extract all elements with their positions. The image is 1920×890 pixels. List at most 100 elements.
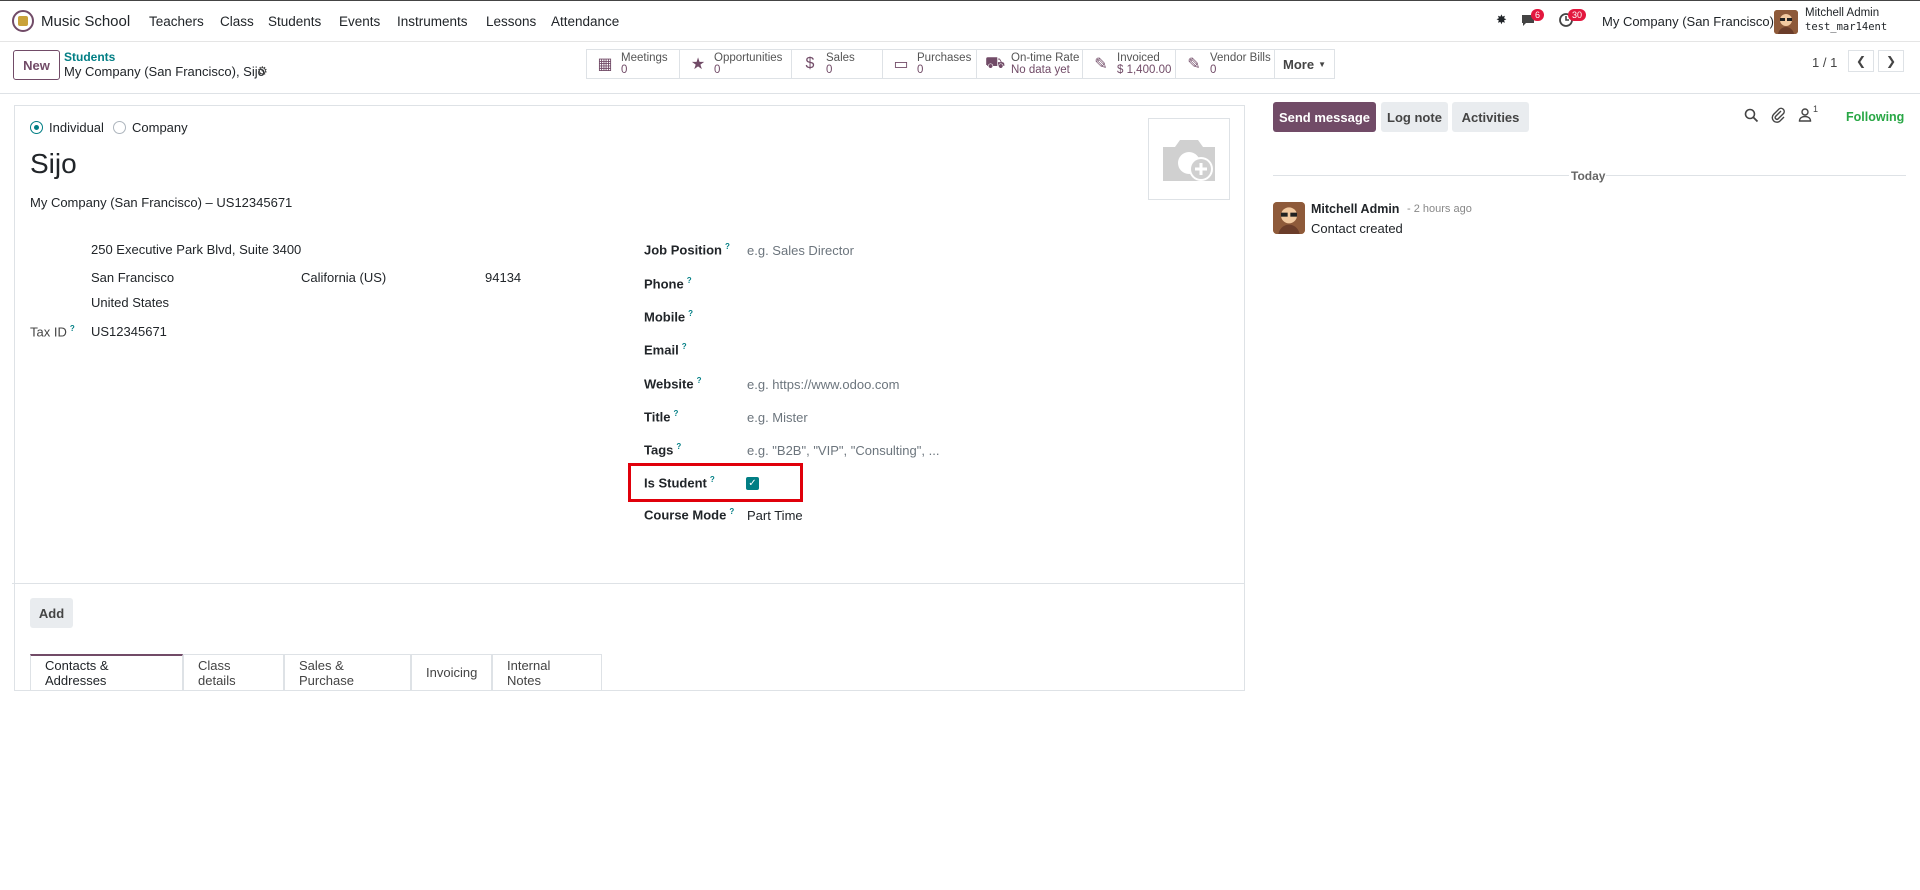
messages-badge: 6 xyxy=(1531,9,1545,21)
menu-class[interactable]: Class xyxy=(220,14,254,29)
message-author-avatar[interactable] xyxy=(1273,202,1305,234)
messages-icon[interactable]: 6 xyxy=(1520,9,1545,30)
gear-icon[interactable]: ⚙ xyxy=(257,64,268,78)
pencil-square-icon: ✎ xyxy=(1187,56,1201,73)
street-field[interactable]: 250 Executive Park Blvd, Suite 3400 xyxy=(91,242,301,257)
message-author[interactable]: Mitchell Admin xyxy=(1311,202,1399,216)
stat-on-time-rate[interactable]: ⛟ On-time Rate No data yet xyxy=(976,49,1082,79)
tab-contacts-addresses[interactable]: Contacts & Addresses xyxy=(30,654,183,690)
menu-lessons[interactable]: Lessons xyxy=(486,14,536,29)
menu-instruments[interactable]: Instruments xyxy=(397,14,468,29)
breadcrumb-students[interactable]: Students xyxy=(64,50,115,64)
pager-value[interactable]: 1 / 1 xyxy=(1812,55,1837,70)
stat-label: Purchases xyxy=(917,52,972,64)
radio-individual[interactable]: Individual xyxy=(30,120,104,135)
pager-next-icon[interactable]: ❯ xyxy=(1878,50,1904,72)
is-student-checkbox[interactable]: ✓ xyxy=(746,477,759,490)
stat-label: Opportunities xyxy=(714,52,783,64)
help-tooltip-icon[interactable]: ? xyxy=(697,376,702,385)
debug-bug-icon[interactable]: ✸ xyxy=(1496,12,1507,28)
avatar-upload[interactable] xyxy=(1148,118,1230,200)
stat-purchases[interactable]: ▭ Purchases 0 xyxy=(882,49,976,79)
breadcrumb-current: My Company (San Francisco), Sijo xyxy=(64,64,265,79)
message-body: Contact created xyxy=(1311,221,1403,236)
field-label-text: Mobile xyxy=(644,309,686,325)
city-field[interactable]: San Francisco xyxy=(91,270,174,285)
field-label-text: Title xyxy=(644,409,671,425)
stat-invoiced[interactable]: ✎ Invoiced $ 1,400.00 xyxy=(1082,49,1175,79)
menu-attendance[interactable]: Attendance xyxy=(551,14,619,29)
course-mode-select[interactable]: Part Time xyxy=(747,508,803,523)
course-mode-label: Course Mode? xyxy=(644,507,734,522)
user-name[interactable]: Mitchell Admin xyxy=(1805,7,1879,19)
menu-events[interactable]: Events xyxy=(339,14,380,29)
tabs-divider xyxy=(12,583,1244,584)
app-home-icon[interactable] xyxy=(12,10,34,32)
radio-dot-checked[interactable] xyxy=(30,121,43,134)
help-tooltip-icon[interactable]: ? xyxy=(682,342,687,351)
activities-button[interactable]: Activities xyxy=(1452,102,1529,132)
search-icon[interactable] xyxy=(1744,108,1759,126)
stat-opportunities[interactable]: ★ Opportunities 0 xyxy=(679,49,791,79)
stat-label: Invoiced xyxy=(1117,52,1160,64)
field-label-text: Job Position xyxy=(644,242,722,258)
stat-vendor-bills[interactable]: ✎ Vendor Bills 0 xyxy=(1175,49,1274,79)
company-switcher[interactable]: My Company (San Francisco) xyxy=(1602,14,1774,29)
tab-sales-purchase[interactable]: Sales & Purchase xyxy=(284,654,411,690)
add-contact-button[interactable]: Add xyxy=(30,598,73,628)
help-tooltip-icon[interactable]: ? xyxy=(676,442,681,451)
email-input[interactable] xyxy=(747,338,1047,358)
tax-id-field[interactable]: US12345671 xyxy=(91,324,167,339)
help-tooltip-icon[interactable]: ? xyxy=(725,242,730,251)
followers-count: 1 xyxy=(1813,104,1819,114)
caret-down-icon: ▼ xyxy=(1318,59,1326,69)
mobile-input[interactable] xyxy=(747,305,1047,325)
help-tooltip-icon[interactable]: ? xyxy=(688,309,693,318)
tab-invoicing[interactable]: Invoicing xyxy=(411,654,492,690)
zip-field[interactable]: 94134 xyxy=(485,270,521,285)
log-note-button[interactable]: Log note xyxy=(1381,102,1448,132)
contact-name-field[interactable]: Sijo xyxy=(30,148,77,180)
stat-sales[interactable]: $ Sales 0 xyxy=(791,49,882,79)
field-label-text: Email xyxy=(644,342,679,358)
more-button[interactable]: More ▼ xyxy=(1274,49,1335,79)
help-tooltip-icon[interactable]: ? xyxy=(687,276,692,285)
stat-label: Sales xyxy=(826,52,855,64)
country-field[interactable]: United States xyxy=(91,295,169,310)
radio-company[interactable]: Company xyxy=(113,120,188,135)
send-message-button[interactable]: Send message xyxy=(1273,102,1376,132)
help-tooltip-icon[interactable]: ? xyxy=(674,409,679,418)
followers-icon[interactable]: 1 xyxy=(1798,104,1818,125)
stat-label: Meetings xyxy=(621,52,668,64)
website-input[interactable]: e.g. https://www.odoo.com xyxy=(747,377,899,392)
help-tooltip-icon[interactable]: ? xyxy=(729,507,734,516)
tags-input[interactable]: e.g. "B2B", "VIP", "Consulting", ... xyxy=(747,443,939,458)
database-name: test_mar14ent xyxy=(1805,21,1888,33)
help-tooltip-icon[interactable]: ? xyxy=(70,324,75,333)
menu-students[interactable]: Students xyxy=(268,14,321,29)
tags-label: Tags? xyxy=(644,442,681,457)
state-field[interactable]: California (US) xyxy=(301,270,386,285)
title-input[interactable]: e.g. Mister xyxy=(747,410,808,425)
activities-badge: 30 xyxy=(1568,9,1587,21)
company-field[interactable]: My Company (San Francisco) – US12345671 xyxy=(30,195,292,210)
pager-previous-icon[interactable]: ❮ xyxy=(1848,50,1874,72)
job-position-input[interactable]: e.g. Sales Director xyxy=(747,243,854,258)
user-avatar[interactable] xyxy=(1774,10,1798,34)
paperclip-icon[interactable] xyxy=(1771,107,1785,126)
stat-meetings[interactable]: ▦ Meetings 0 xyxy=(586,49,679,79)
radio-dot[interactable] xyxy=(113,121,126,134)
job-position-label: Job Position? xyxy=(644,242,730,257)
website-label: Website? xyxy=(644,376,702,391)
tab-class-details[interactable]: Class details xyxy=(183,654,284,690)
phone-input[interactable] xyxy=(747,272,1047,292)
app-name[interactable]: Music School xyxy=(41,13,130,30)
following-button[interactable]: Following xyxy=(1846,110,1904,124)
field-label-text: Website xyxy=(644,376,694,392)
new-button[interactable]: New xyxy=(13,50,60,80)
activities-clock-icon[interactable]: 30 xyxy=(1558,9,1587,30)
tab-internal-notes[interactable]: Internal Notes xyxy=(492,654,602,690)
check-icon: ✓ xyxy=(748,477,757,489)
tax-id-label: Tax ID? xyxy=(30,324,75,339)
menu-teachers[interactable]: Teachers xyxy=(149,14,204,29)
